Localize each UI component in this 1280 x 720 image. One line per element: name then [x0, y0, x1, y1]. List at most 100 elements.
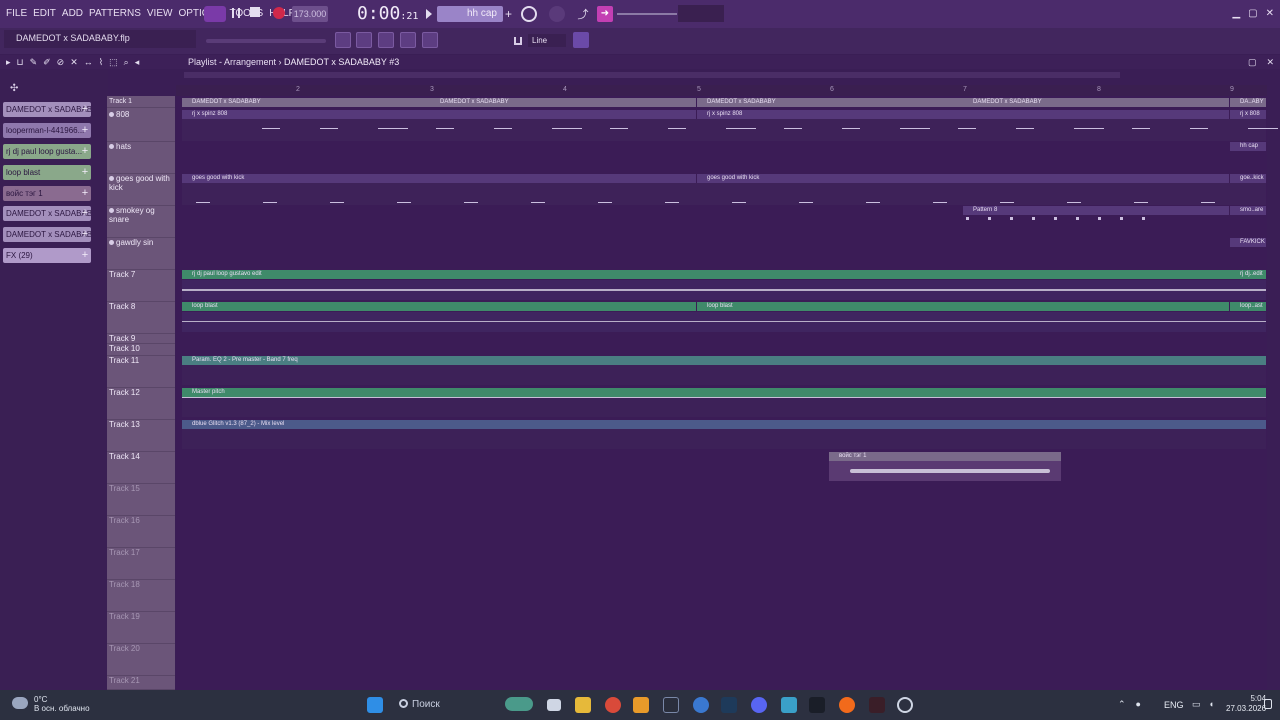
stop-button[interactable] — [250, 7, 260, 17]
add-pattern-icon[interactable]: + — [505, 7, 512, 21]
menu-view[interactable]: VIEW — [147, 8, 173, 19]
menu-add[interactable]: ADD — [62, 8, 83, 19]
close-icon[interactable]: ✕ — [1266, 8, 1274, 19]
slip-tool-icon[interactable]: ↔ — [84, 57, 93, 68]
file-explorer-icon[interactable] — [575, 697, 591, 713]
playlist-clip[interactable]: goe..kick — [1230, 174, 1266, 183]
pattern-selector[interactable]: hh cap — [437, 6, 503, 22]
discord-icon[interactable] — [751, 697, 767, 713]
snap-options-button[interactable] — [573, 32, 589, 48]
add-clip-icon[interactable]: + — [78, 227, 92, 242]
snap-magnet-icon[interactable]: ⊔ — [17, 57, 24, 68]
playlist-clip[interactable]: DA..ABY — [1230, 98, 1266, 107]
task-view-icon[interactable] — [547, 699, 561, 711]
start-icon[interactable] — [367, 697, 383, 713]
browser-button[interactable] — [422, 32, 438, 48]
mute-tool-icon[interactable]: ✕ — [70, 57, 78, 68]
minimize-icon[interactable]: ▁ — [1232, 8, 1240, 19]
pattern-play-icon[interactable] — [426, 9, 432, 19]
monitor-icon[interactable]: ▭ — [1192, 699, 1201, 710]
track-header[interactable]: Track 7 — [107, 270, 175, 302]
playlist-clip[interactable]: rj dj paul loop gustavo edit — [182, 270, 1230, 279]
track-header[interactable]: Track 15 — [107, 484, 175, 516]
add-clip-icon[interactable]: + — [78, 186, 92, 201]
track-header[interactable]: Track 20 — [107, 644, 175, 676]
song-mode-button[interactable] — [204, 6, 226, 22]
play-arrow-icon[interactable]: ▸ — [6, 57, 11, 68]
track-header[interactable]: smokey og snare — [107, 206, 175, 238]
chrome-icon[interactable] — [605, 697, 621, 713]
add-clip-icon[interactable]: + — [78, 206, 92, 221]
metronome-icon[interactable] — [521, 6, 537, 22]
wait-input-icon[interactable] — [549, 6, 565, 22]
microphone-icon[interactable]: ● — [1136, 699, 1141, 710]
weather-icon[interactable] — [12, 697, 28, 709]
track-header[interactable]: Track 10 — [107, 344, 175, 356]
draw-tool-icon[interactable]: ✎ — [30, 57, 38, 68]
playlist-clip[interactable]: goes good with kick — [182, 174, 696, 183]
loop-record-icon[interactable]: ⤴ — [575, 6, 591, 22]
tempo-display[interactable]: 173.000 — [292, 6, 328, 22]
playlist-view-button[interactable] — [335, 32, 351, 48]
zoom-tool-icon[interactable]: ⌕ — [124, 57, 129, 68]
menu-edit[interactable]: EDIT — [33, 8, 56, 19]
playlist-clip[interactable]: Param. EQ 2 - Pre master - Band 7 freq — [182, 356, 1266, 365]
record-button[interactable] — [273, 7, 285, 19]
app-icon-5[interactable] — [869, 697, 885, 713]
pause-icon[interactable] — [232, 8, 240, 18]
delete-tool-icon[interactable]: ⊘ — [57, 57, 65, 68]
playlist-clip[interactable]: DAMEDOT x SADABABY — [430, 98, 696, 107]
snap-selector[interactable]: Line — [528, 34, 566, 47]
playlist-clip[interactable]: rj x spinz 808 — [182, 110, 696, 119]
track-header[interactable]: Track 8 — [107, 302, 175, 334]
track-mute-icon[interactable] — [109, 176, 114, 181]
track-header[interactable]: Track 17 — [107, 548, 175, 580]
track-header[interactable]: hats — [107, 142, 175, 174]
taskbar-clock[interactable]: 5:04 27.03.2026 — [1226, 694, 1266, 714]
arrow-icon[interactable]: ➜ — [597, 6, 613, 22]
playlist-clip[interactable]: smo..are — [1230, 206, 1266, 215]
track-header[interactable]: Track 16 — [107, 516, 175, 548]
steam-icon[interactable] — [721, 697, 737, 713]
maximize-icon[interactable]: ▢ — [1248, 8, 1257, 19]
track-header[interactable]: Track 14 — [107, 452, 175, 484]
playlist-clip[interactable]: DAMEDOT x SADABABY — [182, 98, 430, 107]
playlist-clip[interactable]: goes good with kick — [697, 174, 1229, 183]
track-header[interactable]: Track 13 — [107, 420, 175, 452]
master-volume-slider[interactable] — [617, 13, 677, 15]
soundcloud-icon[interactable] — [839, 697, 855, 713]
track-mute-icon[interactable] — [109, 208, 114, 213]
menu-patterns[interactable]: PATTERNS — [89, 8, 141, 19]
app-icon-6[interactable] — [897, 697, 913, 713]
playback-tool-icon[interactable]: ◂ — [135, 57, 140, 68]
add-clip-icon[interactable]: + — [78, 123, 92, 138]
app-icon-2[interactable] — [693, 697, 709, 713]
track-header[interactable]: Track 19 — [107, 612, 175, 644]
track-header[interactable]: goes good with kick — [107, 174, 175, 206]
language-indicator[interactable]: ENG — [1164, 700, 1184, 710]
magnet-icon[interactable] — [514, 37, 522, 45]
add-clip-icon[interactable]: + — [78, 248, 92, 263]
playlist-clip[interactable]: DAMEDOT x SADABABY — [697, 98, 963, 107]
app-icon-1[interactable] — [663, 697, 679, 713]
select-tool-icon[interactable]: ⬚ — [109, 57, 118, 68]
track-header[interactable]: Track 12 — [107, 388, 175, 420]
track-header[interactable]: Track 9 — [107, 334, 175, 344]
track-header[interactable]: Track 21 — [107, 676, 175, 690]
fl-studio-icon[interactable] — [633, 697, 649, 713]
playlist-clip[interactable]: loop blast — [182, 302, 696, 311]
playlist-clip[interactable]: rj dj..edit — [1230, 270, 1266, 279]
app-icon-3[interactable] — [781, 697, 797, 713]
track-mute-icon[interactable] — [109, 112, 114, 117]
playlist-clip[interactable]: FAVKICK — [1230, 238, 1266, 247]
add-clip-icon[interactable]: + — [78, 165, 92, 180]
playlist-clip[interactable]: DAMEDOT x SADABABY — [963, 98, 1229, 107]
playlist-close-icon[interactable]: ✕ — [1266, 57, 1274, 68]
playlist-clip[interactable]: rj x 808 — [1230, 110, 1266, 119]
menu-file[interactable]: FILE — [6, 8, 27, 19]
slice-tool-icon[interactable]: ⌇ — [99, 57, 103, 68]
track-mute-icon[interactable] — [109, 144, 114, 149]
tray-chevron-icon[interactable]: ⌃ — [1118, 699, 1126, 710]
track-header[interactable]: Track 11 — [107, 356, 175, 388]
track-1-header[interactable]: Track 1 — [107, 98, 175, 108]
